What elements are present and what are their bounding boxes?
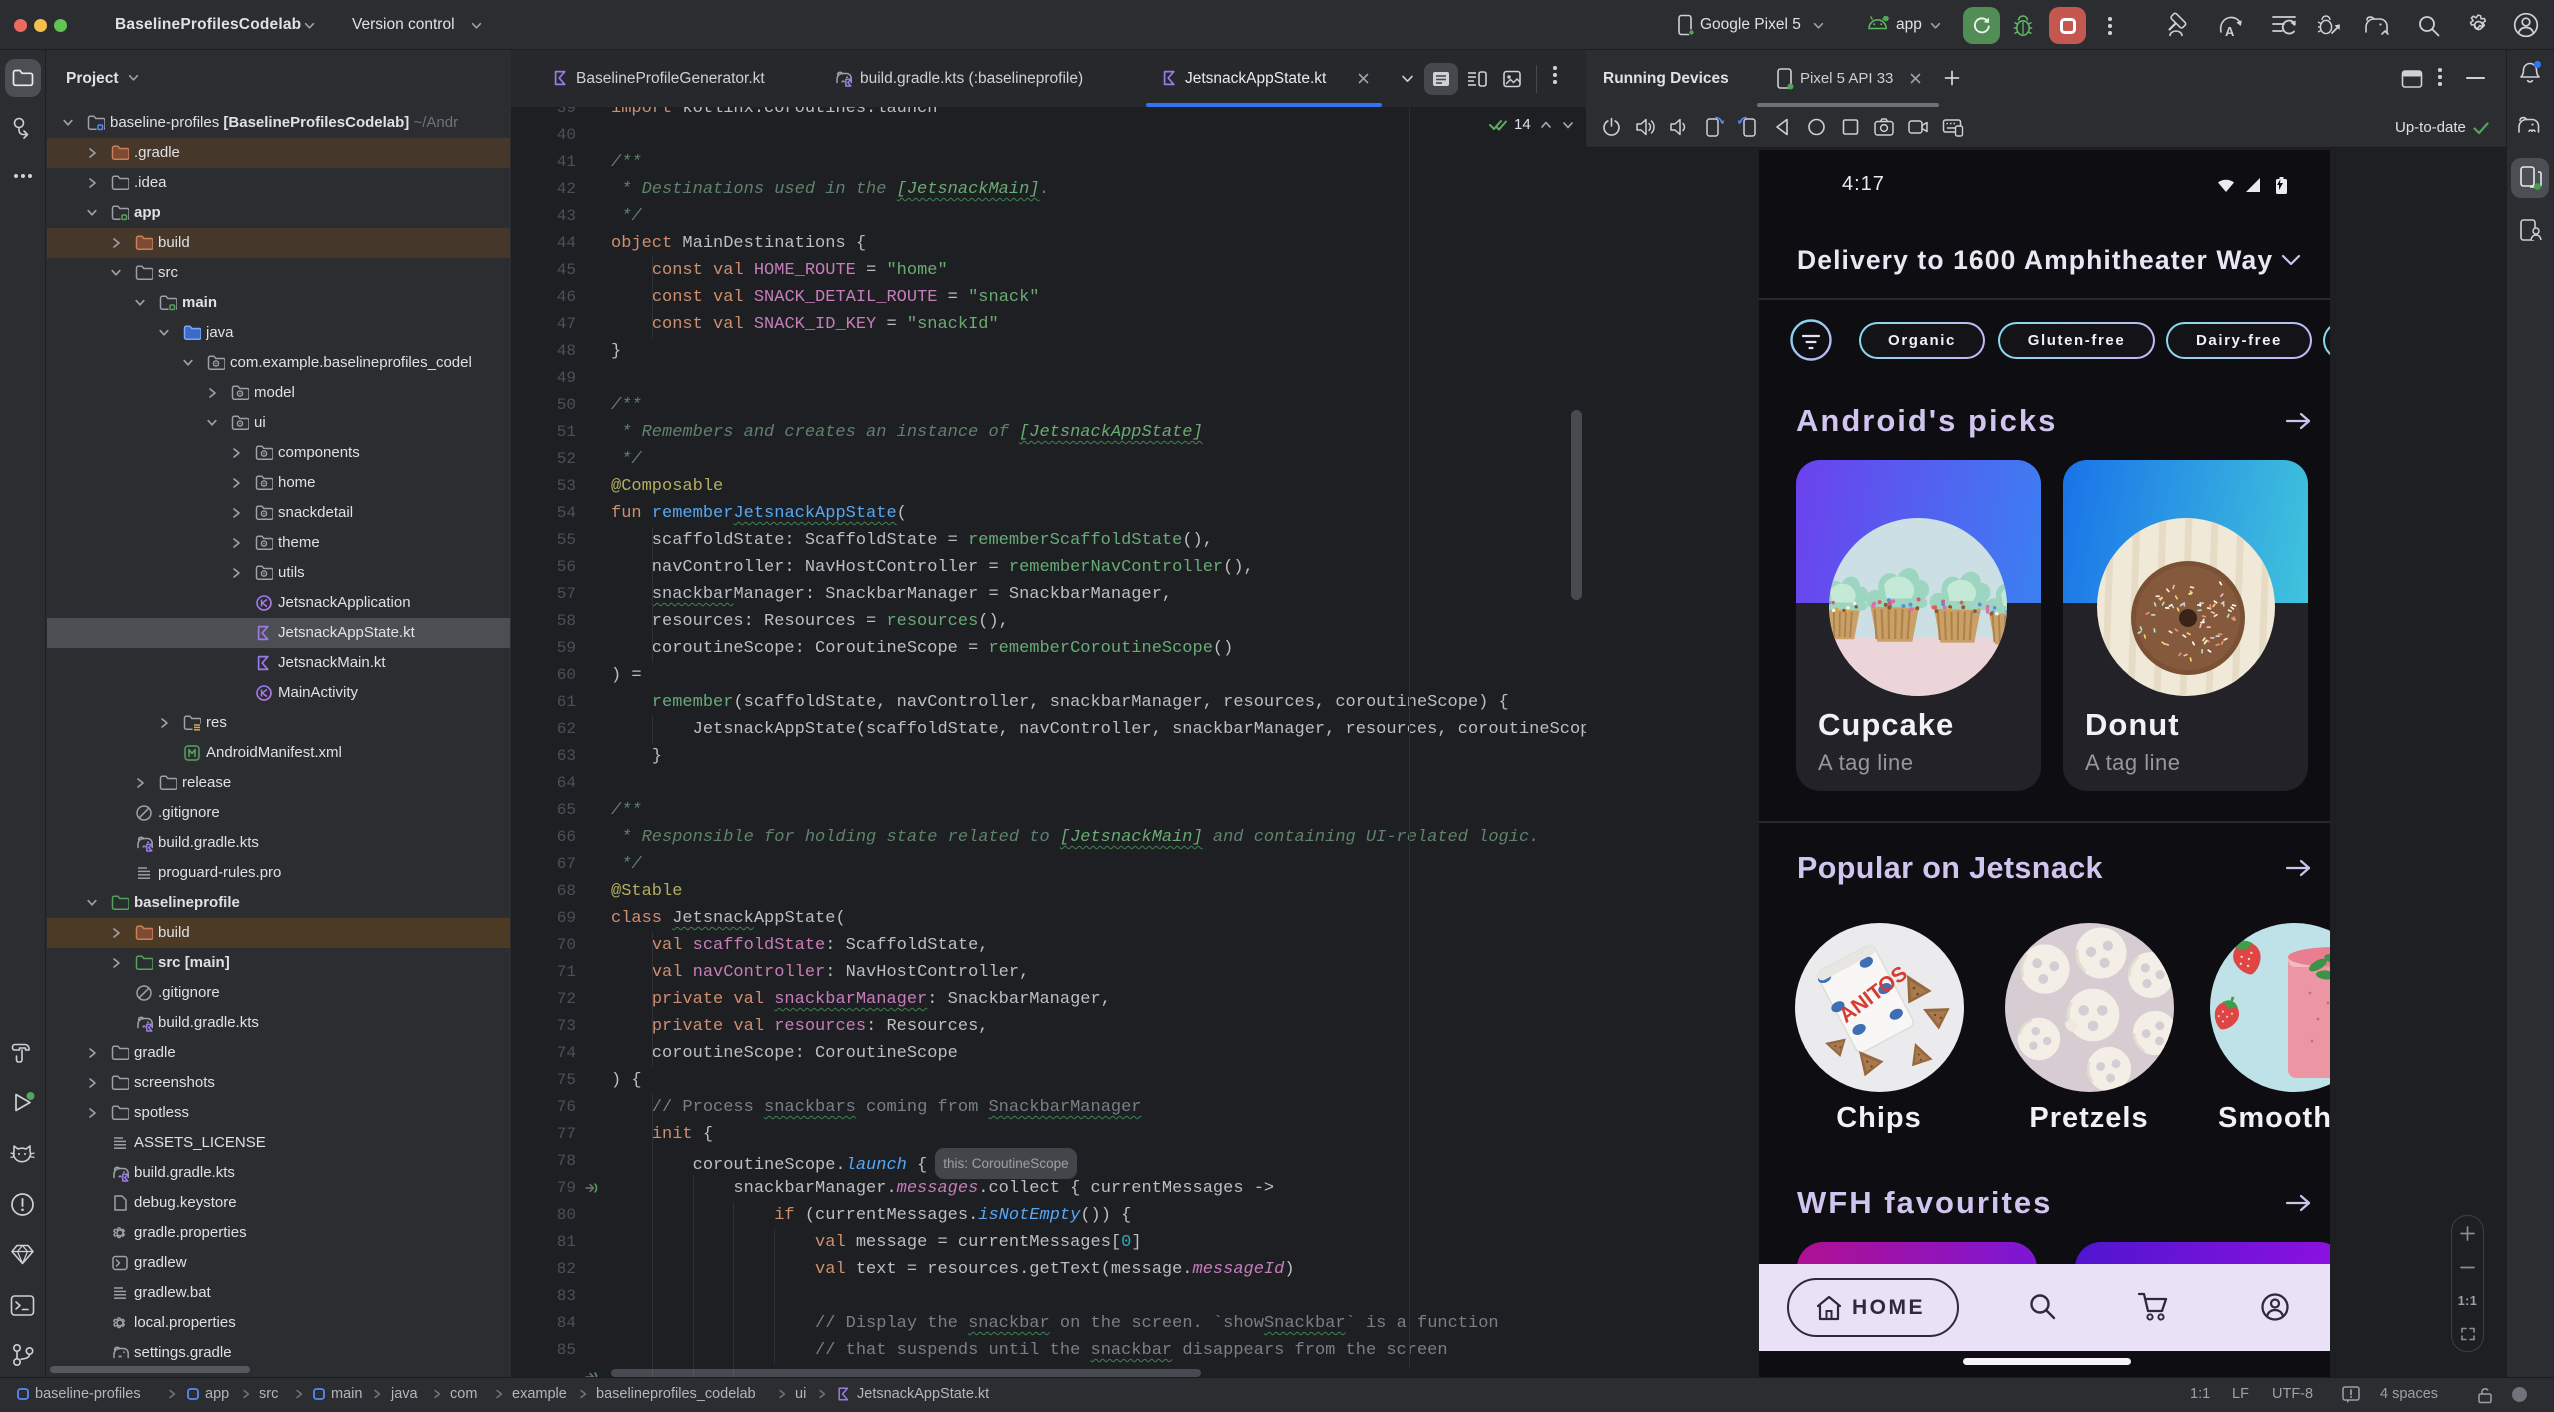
svg-text:A: A <box>2225 24 2235 39</box>
